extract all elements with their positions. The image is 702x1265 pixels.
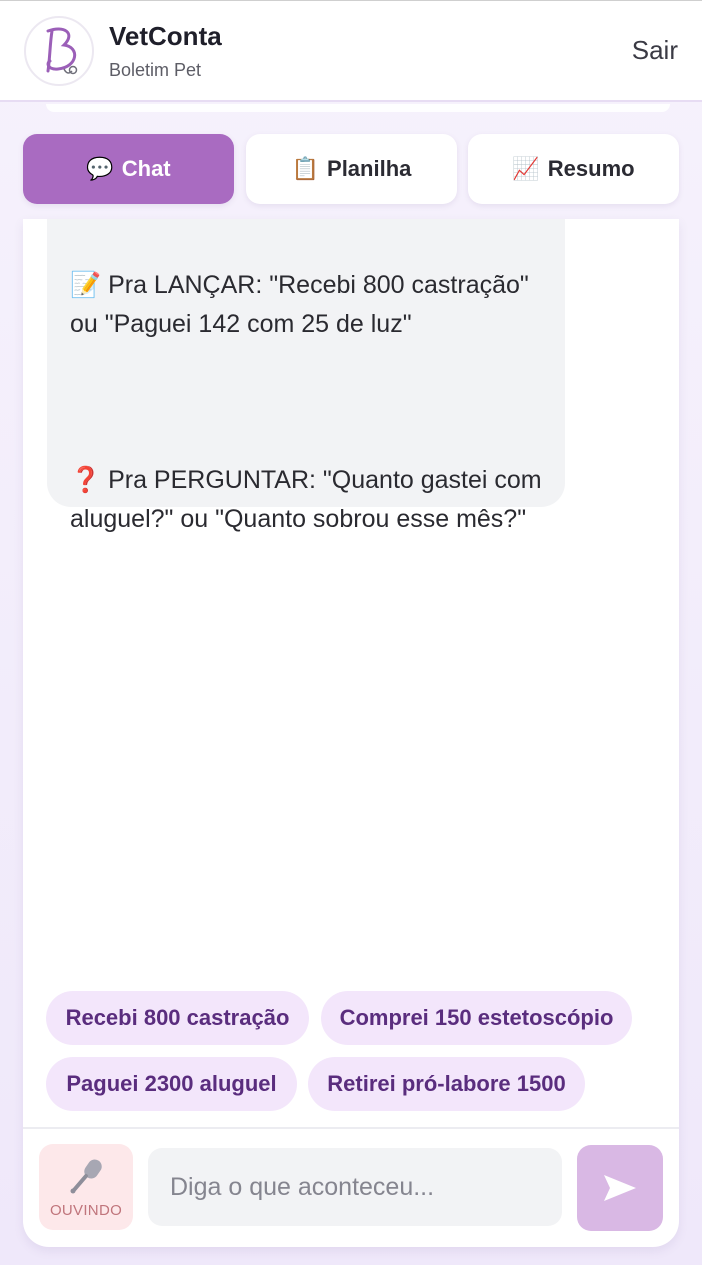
message-input[interactable]: [148, 1148, 562, 1226]
bot-message-bubble: 📝 Pra LANÇAR: "Recebi 800 castração" ou …: [47, 219, 565, 533]
tab-planilha-label: Planilha: [327, 156, 412, 181]
logout-button[interactable]: Sair: [632, 35, 678, 66]
message-question-instruction: ❓ Pra PERGUNTAR: "Quanto gastei com alug…: [70, 466, 542, 533]
tab-resumo-label: Resumo: [547, 156, 635, 181]
logo-icon: [46, 27, 78, 75]
app-root: VetConta Boletim Pet Sair 💬 Chat 📋 Plani…: [0, 0, 702, 1265]
composer-divider: [23, 1127, 679, 1129]
app-title: VetConta: [109, 21, 222, 51]
mic-button[interactable]: OUVINDO: [39, 1144, 133, 1230]
microphone-icon: [70, 1159, 102, 1193]
header-underlay: [46, 104, 670, 112]
suggestion-chip-estetoscopio[interactable]: Comprei 150 estetoscópio: [321, 991, 632, 1045]
tab-chat[interactable]: 💬 Chat: [23, 134, 234, 204]
suggestion-chip-castracao[interactable]: Recebi 800 castração: [46, 991, 309, 1045]
send-button[interactable]: [577, 1145, 663, 1231]
tab-planilha[interactable]: 📋 Planilha: [246, 134, 457, 204]
app-subtitle: Boletim Pet: [109, 60, 202, 80]
send-arrow-icon: [604, 1175, 636, 1201]
suggestion-chip-pro-labore[interactable]: Retirei pró-labore 1500: [308, 1057, 585, 1111]
speech-balloon-icon: 💬: [86, 156, 114, 181]
app-logo: [24, 16, 94, 86]
chart-increasing-icon: 📈: [512, 156, 540, 181]
message-launch-instruction: 📝 Pra LANÇAR: "Recebi 800 castração" ou …: [70, 271, 529, 338]
tab-resumo[interactable]: 📈 Resumo: [468, 134, 679, 204]
suggestion-chip-aluguel[interactable]: Paguei 2300 aluguel: [46, 1057, 297, 1111]
tab-chat-label: Chat: [121, 156, 171, 181]
chat-panel: 📝 Pra LANÇAR: "Recebi 800 castração" ou …: [23, 219, 679, 1247]
mic-status-label: OUVINDO: [49, 1201, 123, 1219]
app-header: VetConta Boletim Pet Sair: [0, 1, 702, 102]
clipboard-icon: 📋: [291, 156, 320, 181]
